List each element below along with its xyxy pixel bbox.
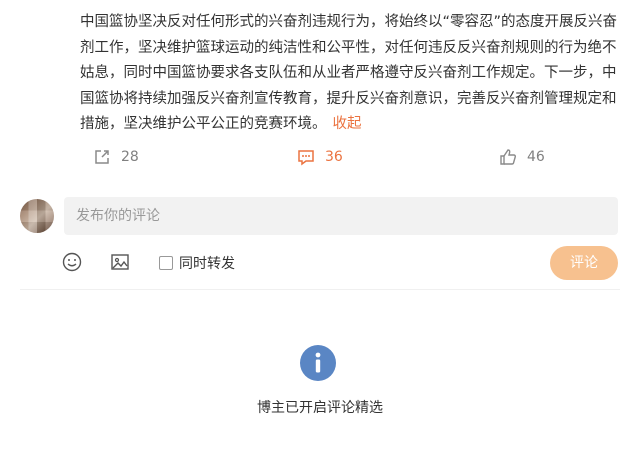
comment-toolbar [0, 252, 640, 276]
comment-placeholder: 发布你的评论 [76, 208, 160, 224]
like-count: 46 [527, 149, 545, 165]
emoji-button[interactable] [62, 252, 82, 272]
comment-selection-notice: 博主已开启评论精选 [257, 400, 383, 416]
info-icon [300, 345, 336, 381]
comment-button[interactable]: 36 [297, 148, 343, 166]
comment-icon [298, 150, 314, 166]
submit-comment-button[interactable]: 评论 [550, 246, 618, 280]
like-button[interactable]: 46 [499, 148, 545, 166]
thumbs-up-icon [500, 149, 516, 165]
collapse-link[interactable]: 收起 [333, 116, 362, 132]
image-icon [111, 254, 129, 270]
image-button[interactable] [110, 252, 130, 272]
avatar[interactable] [20, 199, 54, 233]
post-body: 中国篮协坚决反对任何形式的兴奋剂违规行为，将始终以“零容忍”的态度开展反兴奋剂工… [80, 10, 622, 138]
emoji-icon [62, 252, 82, 272]
forward-button[interactable]: 28 [93, 148, 139, 166]
divider [20, 289, 620, 290]
post-actions: 28 36 46 [0, 144, 640, 172]
forward-count: 28 [121, 149, 139, 165]
repost-checkbox[interactable] [159, 256, 173, 270]
repost-label: 同时转发 [179, 256, 235, 272]
repost-toggle[interactable]: 同时转发 [159, 253, 235, 273]
comment-count: 36 [325, 149, 343, 165]
share-icon [95, 150, 109, 164]
comment-input[interactable]: 发布你的评论 [64, 197, 618, 235]
post-text: 中国篮协坚决反对任何形式的兴奋剂违规行为，将始终以“零容忍”的态度开展反兴奋剂工… [80, 14, 618, 132]
